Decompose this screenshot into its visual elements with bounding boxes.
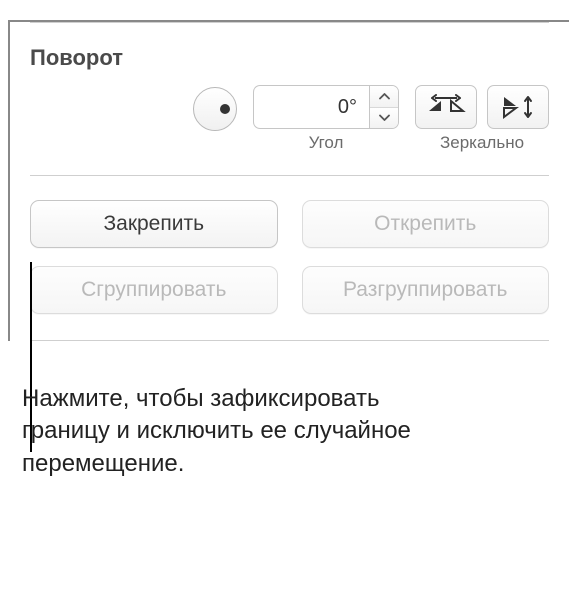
rotation-knob[interactable] (193, 87, 237, 131)
arrange-buttons: Закрепить Открепить Сгруппировать Разгру… (30, 176, 549, 340)
rotation-section-title: Поворот (30, 23, 549, 85)
angle-label: Угол (309, 133, 344, 153)
flip-vertical-button[interactable] (487, 85, 549, 129)
mirror-buttons (415, 85, 549, 129)
group-button: Сгруппировать (30, 266, 278, 314)
rotation-controls: Угол (30, 85, 549, 175)
ungroup-button: Разгруппировать (302, 266, 550, 314)
mirror-group: Зеркально (415, 85, 549, 153)
mirror-label: Зеркально (440, 133, 524, 153)
angle-step-up[interactable] (370, 86, 398, 108)
flip-vertical-icon (498, 94, 538, 120)
angle-input-wrap (253, 85, 399, 129)
unlock-button: Открепить (302, 200, 550, 248)
flip-horizontal-button[interactable] (415, 85, 477, 129)
lock-button[interactable]: Закрепить (30, 200, 278, 248)
angle-input[interactable] (253, 85, 369, 129)
divider (30, 340, 549, 341)
chevron-up-icon (379, 93, 390, 100)
callout-text: Нажмите, чтобы зафиксировать границу и и… (0, 383, 460, 480)
flip-horizontal-icon (426, 94, 466, 120)
angle-stepper (369, 85, 399, 129)
chevron-down-icon (379, 114, 390, 121)
angle-group: Угол (253, 85, 399, 153)
angle-step-down[interactable] (370, 108, 398, 129)
inspector-panel: Поворот Угол (8, 20, 569, 341)
